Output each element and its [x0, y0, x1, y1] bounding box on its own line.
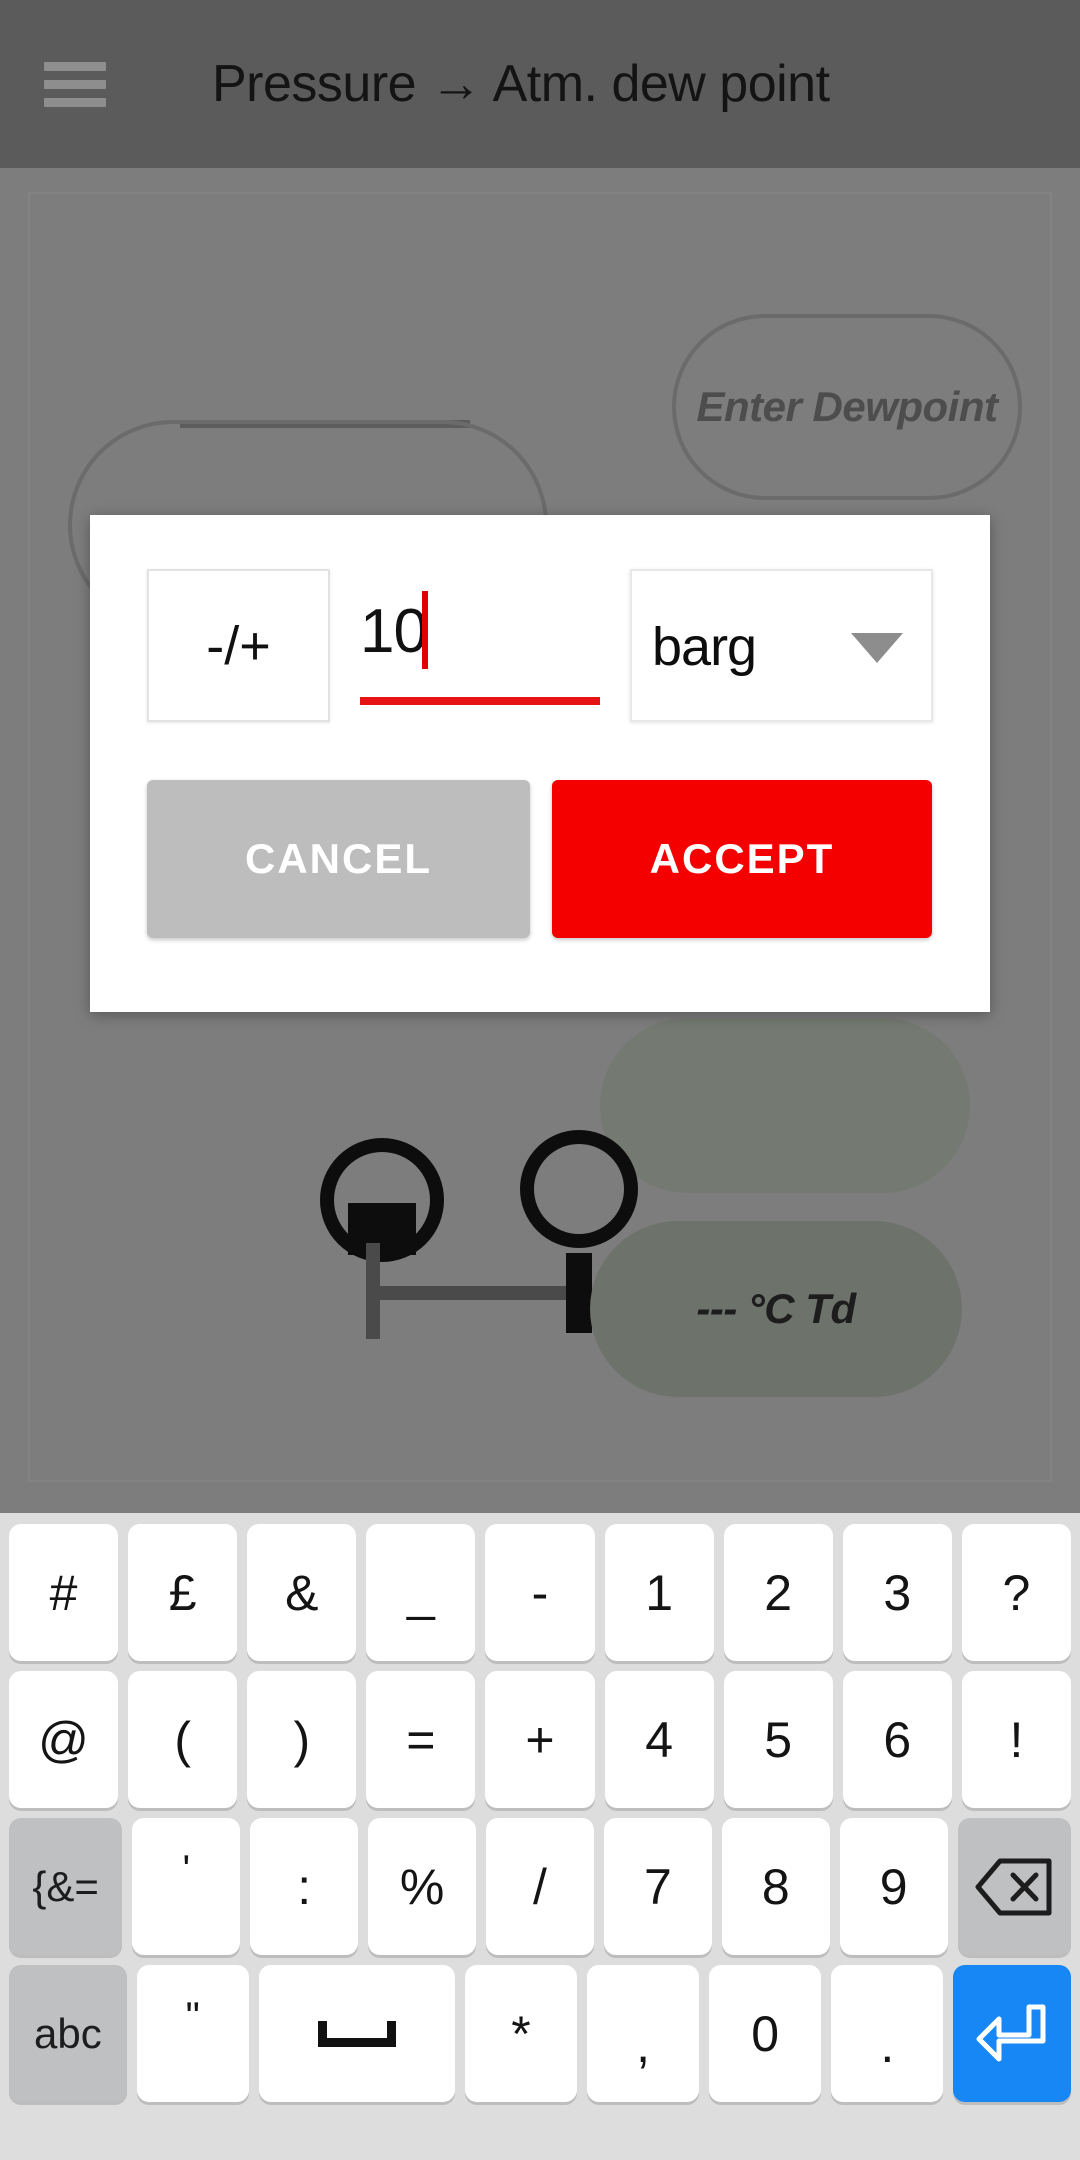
key-9[interactable]: 9: [839, 1818, 948, 1955]
enter-dewpoint-pill[interactable]: Enter Dewpoint: [672, 314, 1022, 500]
cancel-button[interactable]: CANCEL: [147, 780, 530, 938]
key-%[interactable]: %: [368, 1818, 477, 1955]
diagram-connector-td: [566, 1253, 592, 1333]
key-5[interactable]: 5: [723, 1671, 833, 1808]
page-title: Pressure → Atm. dew point: [212, 55, 830, 113]
key-0[interactable]: 0: [709, 1965, 822, 2102]
keyboard-row-1: # £ & _ -1 2 3?: [0, 1519, 1080, 1666]
keyboard-row-3: {&= ':%/7 8 9: [0, 1813, 1080, 1960]
value-entry-dialog: -/+ 10 barg CANCEL ACCEPT: [90, 515, 990, 1012]
key-@[interactable]: @: [9, 1671, 119, 1808]
keyboard-row-4: abc " *, 0.: [0, 1960, 1080, 2107]
key-/[interactable]: /: [486, 1818, 594, 1955]
value-input[interactable]: 10: [360, 569, 600, 722]
value-input-underline: [360, 697, 600, 705]
key-"[interactable]: ": [136, 1965, 249, 2102]
key-#[interactable]: #: [9, 1524, 119, 1661]
on-screen-keyboard: # £ & _ -1 2 3? @() = +4 5 6! {&= ':%/7 8 9 abc " *, 0.: [0, 1513, 1080, 2160]
menu-bar-1: [44, 61, 106, 71]
keyboard-row-2: @() = +4 5 6!: [0, 1666, 1080, 1813]
key-*[interactable]: *: [464, 1965, 578, 2102]
text-caret: [422, 591, 428, 669]
enter-key[interactable]: [953, 1965, 1071, 2102]
hamburger-menu-icon[interactable]: [0, 0, 150, 168]
dialog-input-row: -/+ 10 barg: [90, 569, 990, 727]
unit-dropdown-value: barg: [652, 617, 757, 677]
diagram-connector-secondary: [348, 1203, 416, 1255]
key-8[interactable]: 8: [721, 1818, 830, 1955]
key-1[interactable]: 1: [604, 1524, 714, 1661]
key-£[interactable]: £: [128, 1524, 238, 1661]
key--[interactable]: -: [485, 1524, 595, 1661]
key-.[interactable]: .: [831, 1965, 944, 2102]
dialog-actions: CANCEL ACCEPT: [90, 780, 990, 938]
sensor-pill[interactable]: [600, 1018, 970, 1193]
key-)[interactable]: ): [247, 1671, 357, 1808]
key-?[interactable]: ?: [961, 1524, 1071, 1661]
key-7[interactable]: 7: [603, 1818, 712, 1955]
key-6[interactable]: 6: [842, 1671, 952, 1808]
key-:[interactable]: :: [250, 1818, 359, 1955]
spacebar-icon: [317, 2020, 396, 2047]
spacebar-key[interactable]: [258, 1965, 455, 2102]
value-input-text: 10: [360, 597, 428, 666]
alpha-toggle-key[interactable]: abc: [9, 1965, 127, 2102]
key-'[interactable]: ': [132, 1818, 241, 1955]
backspace-key[interactable]: [957, 1818, 1071, 1955]
sign-toggle-button[interactable]: -/+: [147, 569, 330, 722]
menu-bar-2: [44, 79, 106, 89]
key-,[interactable]: ,: [587, 1965, 700, 2102]
unit-dropdown[interactable]: barg: [630, 569, 933, 722]
key-&[interactable]: &: [247, 1524, 357, 1661]
key-4[interactable]: 4: [604, 1671, 714, 1808]
gauge-icon-tertiary: [520, 1130, 638, 1248]
symbols-toggle-key[interactable]: {&=: [9, 1818, 123, 1955]
chevron-down-icon: [851, 633, 903, 663]
td-readout-pill: --- °C Td: [590, 1221, 962, 1397]
key-2[interactable]: 2: [723, 1524, 833, 1661]
menu-bar-3: [44, 97, 106, 107]
diagram-pipe-horizontal: [366, 1286, 574, 1300]
key-+[interactable]: +: [485, 1671, 595, 1808]
accept-button[interactable]: ACCEPT: [552, 780, 932, 938]
key-3[interactable]: 3: [842, 1524, 952, 1661]
key-=[interactable]: =: [366, 1671, 476, 1808]
key-([interactable]: (: [128, 1671, 238, 1808]
key-_[interactable]: _: [366, 1524, 476, 1661]
app-bar: Pressure → Atm. dew point: [0, 0, 1080, 168]
key-![interactable]: !: [961, 1671, 1071, 1808]
